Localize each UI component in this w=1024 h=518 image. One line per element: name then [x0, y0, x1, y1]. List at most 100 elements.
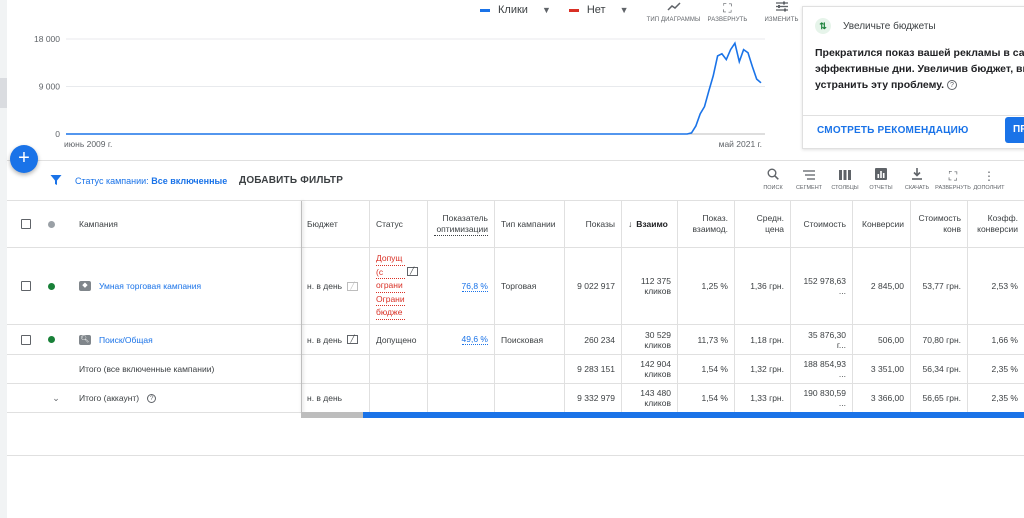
- filter-icon[interactable]: [50, 174, 62, 186]
- horizontal-scrollbar[interactable]: [301, 412, 1024, 418]
- filter-bar: Статус кампании: Все включенные ДОБАВИТЬ…: [7, 160, 1024, 200]
- row-checkbox[interactable]: [21, 281, 31, 291]
- horizontal-scrollbar-thumb[interactable]: [301, 412, 363, 418]
- enabled-status-icon[interactable]: [47, 282, 55, 290]
- interaction-rate-cell: 1,25 %: [677, 248, 734, 324]
- interactions-cell: 142 904 кликов: [621, 355, 677, 383]
- select-all-cell: [13, 201, 39, 247]
- header-status[interactable]: Статус: [369, 201, 427, 247]
- metric-select-secondary[interactable]: Нет ▼: [568, 4, 629, 16]
- recommendation-line: устранить эту проблему.: [815, 79, 945, 91]
- table-segment-button[interactable]: СЕГМЕНТ: [791, 167, 827, 191]
- help-icon[interactable]: ?: [147, 393, 157, 403]
- table-tool-label: СКАЧАТЬ: [904, 185, 930, 191]
- header-type[interactable]: Тип кампании: [494, 201, 564, 247]
- view-recommendation-link[interactable]: СМОТРЕТЬ РЕКОМЕНДАЦИЮ: [817, 125, 969, 136]
- type-cell: [494, 384, 564, 412]
- interaction-rate-cell: 1,54 %: [677, 384, 734, 412]
- table-columns-button[interactable]: СТОЛБЦЫ: [827, 167, 863, 191]
- caret-down-icon: ▼: [541, 5, 551, 15]
- avg-cost-cell: 1,33 грн.: [734, 384, 790, 412]
- header-conversions[interactable]: Конверсии: [852, 201, 910, 247]
- table-expand-button[interactable]: ⛶ РАЗВЕРНУТЬ: [935, 167, 971, 191]
- conversions-cell: 506,00: [852, 325, 910, 354]
- add-filter-button[interactable]: ДОБАВИТЬ ФИЛЬТР: [239, 175, 343, 186]
- chart-type-button[interactable]: ТИП ДИАГРАММЫ: [647, 0, 701, 23]
- header-avg-cost[interactable]: Средн. цена: [734, 201, 790, 247]
- header-optimization[interactable]: Показатель оптимизации: [427, 201, 494, 247]
- enabled-status-icon[interactable]: [47, 336, 55, 343]
- row-select-cell: [13, 325, 39, 354]
- cost-cell: 190 830,59 ...: [790, 384, 852, 412]
- cost-per-conv-cell: 53,77 грн.: [910, 248, 967, 324]
- cost-cell: 188 854,93 ...: [790, 355, 852, 383]
- table-more-button[interactable]: ⋮ ДОПОЛНИТ: [971, 167, 1007, 191]
- recommendation-title: Увеличьте бюджеты: [843, 20, 936, 32]
- interactions-cell: 112 375 кликов: [621, 248, 677, 324]
- status-cell: [369, 384, 427, 412]
- header-cost[interactable]: Стоимость: [790, 201, 852, 247]
- table-tool-label: ПОИСК: [763, 185, 783, 191]
- chart-mini-icon[interactable]: ╱: [406, 266, 418, 276]
- select-all-checkbox[interactable]: [21, 219, 31, 229]
- chart-expand-button[interactable]: ⛶ РАЗВЕРНУТЬ: [701, 0, 755, 23]
- impressions-cell: 9 022 917: [564, 248, 621, 324]
- avg-cost-cell: 1,32 грн.: [734, 355, 790, 383]
- divider: [803, 115, 1024, 116]
- optimization-score-link[interactable]: 76,8 %: [461, 281, 488, 292]
- status-line: ограни: [376, 279, 405, 293]
- cost-cell: 152 978,63 ...: [790, 248, 852, 324]
- sort-arrow-down-icon: ↓: [628, 218, 633, 229]
- table-reports-button[interactable]: ОТЧЕТЫ: [863, 167, 899, 191]
- y-tick-label: 9 000: [39, 82, 61, 92]
- chart-edit-button[interactable]: ИЗМЕНИТЬ: [755, 0, 809, 23]
- metric-swatch-blue: [480, 8, 490, 12]
- chart-mini-icon[interactable]: ╱: [347, 335, 359, 344]
- plus-icon: +: [18, 147, 30, 169]
- campaign-name-link[interactable]: Умная торговая кампания: [99, 281, 201, 291]
- help-icon[interactable]: ?: [946, 80, 957, 91]
- search-campaign-icon: 🔍︎: [79, 334, 91, 345]
- frozen-column-divider: [301, 201, 302, 413]
- apply-button[interactable]: ПР: [1005, 117, 1024, 143]
- table-search-button[interactable]: ПОИСК: [755, 167, 791, 191]
- status-filter-chip[interactable]: Статус кампании: Все включенные: [75, 176, 227, 186]
- table-row[interactable]: 🔍︎ Поиск/Общая н. в день ╱ Допущено 49,6…: [7, 325, 1024, 355]
- header-budget[interactable]: Бюджет: [301, 201, 369, 247]
- chart-svg: 18 000 9 000 0 июнь 2009 г. май 2021 г.: [34, 34, 765, 149]
- header-cost-per-conv[interactable]: Стоимость конв: [910, 201, 967, 247]
- impressions-cell: 9 283 151: [564, 355, 621, 383]
- header-interactions[interactable]: ↓ Взаимо: [621, 201, 677, 247]
- header-conv-rate[interactable]: Коэфф. конверсии: [967, 201, 1024, 247]
- header-interaction-rate[interactable]: Показ. взаимод.: [677, 201, 734, 247]
- recommendation-line: эффективные дни. Увеличив бюджет, вы: [815, 63, 1024, 75]
- table-toolbar: ПОИСК СЕГМЕНТ СТОЛБЦЫ ОТЧЕТЫ СКАЧАТЬ ⛶ Р…: [755, 167, 1007, 191]
- metric-select-primary[interactable]: Клики ▼: [480, 4, 551, 16]
- chart-tool-label: ИЗМЕНИТЬ: [764, 17, 799, 23]
- status-line: Допущ: [376, 252, 405, 266]
- conv-rate-cell: 2,35 %: [967, 384, 1024, 412]
- header-impressions[interactable]: Показы: [564, 201, 621, 247]
- conversions-cell: 2 845,00: [852, 248, 910, 324]
- expand-icon: ⛶: [948, 169, 958, 183]
- recommendation-text: Прекратился показ вашей рекламы в сам эф…: [803, 45, 1024, 93]
- impressions-cell: 9 332 979: [564, 384, 621, 412]
- status-limited-text[interactable]: Допущ (с ограни Ограни бюдже: [376, 252, 405, 320]
- row-checkbox[interactable]: [21, 334, 31, 345]
- status-line: Ограни: [376, 293, 405, 307]
- optimization-score-link[interactable]: 49,6 %: [461, 334, 488, 345]
- x-tick-label: май 2021 г.: [719, 139, 762, 149]
- expand-icon: ⛶: [723, 1, 732, 15]
- y-tick-label: 0: [55, 129, 60, 139]
- chart-mini-icon[interactable]: ╱: [347, 281, 359, 291]
- table-row[interactable]: ◆ Умная торговая кампания н. в день ╱ До…: [7, 248, 1024, 325]
- header-campaign[interactable]: Кампания: [73, 201, 293, 247]
- table-download-button[interactable]: СКАЧАТЬ: [899, 167, 935, 191]
- header-interactions-label: Взаимо: [636, 218, 668, 229]
- campaign-name-link[interactable]: Поиск/Общая: [99, 335, 153, 345]
- chevron-down-icon[interactable]: ⌄: [52, 393, 60, 404]
- add-fab-button[interactable]: +: [10, 145, 38, 173]
- optimization-cell: [427, 355, 494, 383]
- totals-row: Итого (все включенные кампании) 9 283 15…: [7, 355, 1024, 384]
- filter-prefix: Статус кампании:: [75, 176, 149, 186]
